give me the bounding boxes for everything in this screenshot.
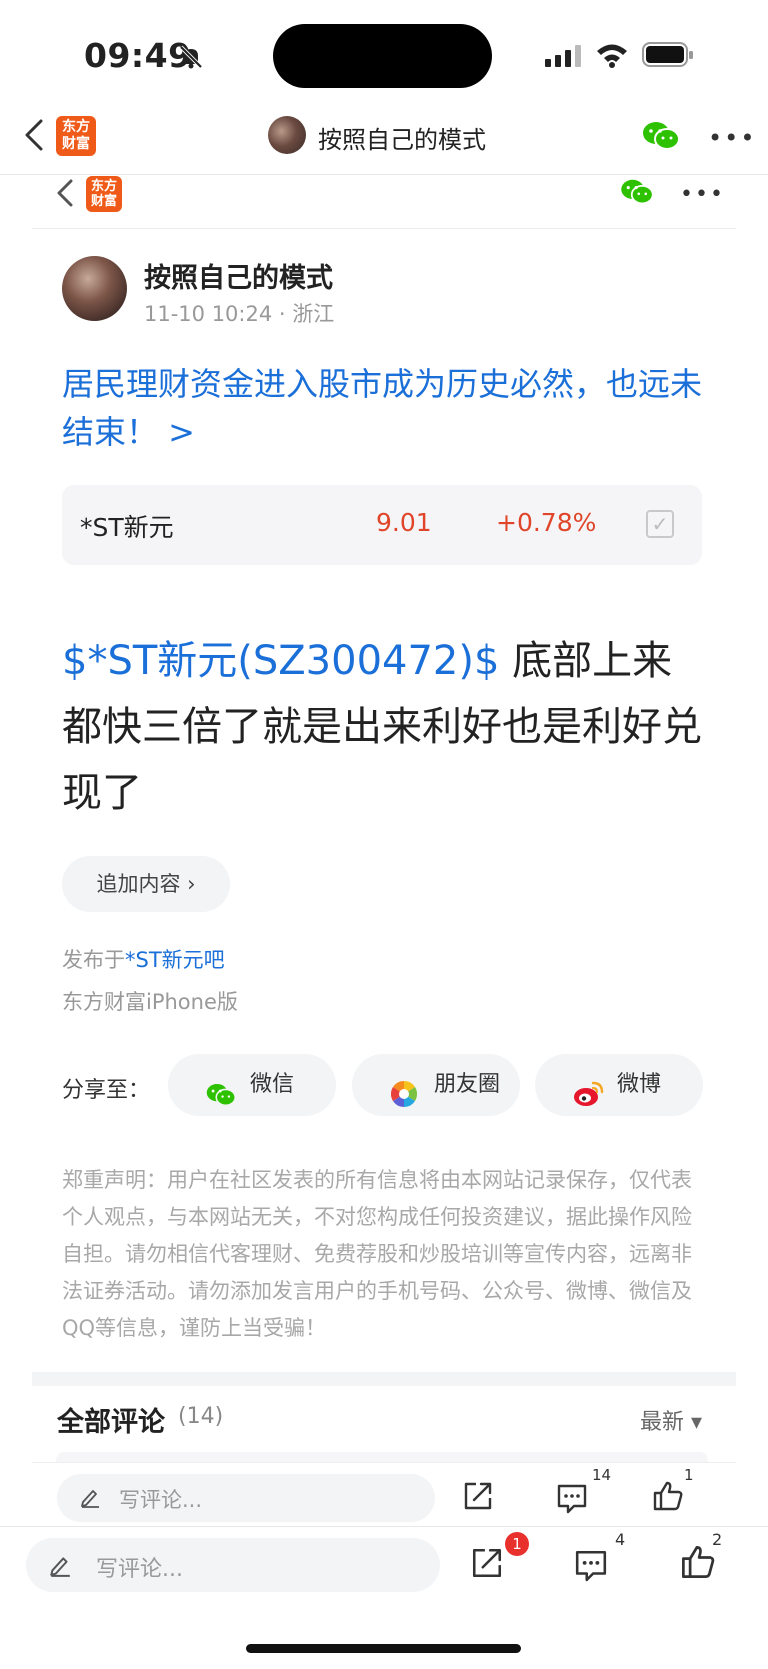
published-in: 发布于*ST新元吧 bbox=[62, 944, 225, 974]
comment-input-placeholder-outer: 写评论... bbox=[96, 1557, 183, 1582]
watchlist-check-icon[interactable]: ✓ bbox=[646, 510, 674, 538]
disclaimer: 郑重声明：用户在社区发表的所有信息将由本网站记录保存，仅代表个人观点，与本网站无… bbox=[62, 1168, 692, 1340]
more-options-icon-secondary[interactable]: ••• bbox=[680, 184, 725, 206]
moments-icon bbox=[390, 1071, 418, 1133]
like-count-outer: 2 bbox=[712, 1530, 723, 1549]
author-name[interactable]: 按照自己的模式 bbox=[144, 256, 333, 295]
comment-input-outer[interactable]: 写评论... bbox=[26, 1538, 440, 1592]
share-icon[interactable] bbox=[462, 1480, 494, 1516]
nav-divider bbox=[0, 174, 768, 175]
comments-count: (14) bbox=[178, 1404, 224, 1429]
post-meta: 11-10 10:24 · 浙江 bbox=[144, 302, 335, 326]
comments-title: 全部评论 bbox=[57, 1407, 165, 1438]
comment-count: 14 bbox=[592, 1466, 612, 1484]
wechat-icon-secondary[interactable] bbox=[620, 178, 654, 210]
weibo-icon bbox=[573, 1071, 605, 1133]
comment-count-outer: 4 bbox=[615, 1530, 626, 1549]
dynamic-island bbox=[273, 24, 492, 88]
stock-price: 9.01 bbox=[376, 508, 432, 537]
wechat-icon bbox=[206, 1071, 236, 1133]
wechat-icon[interactable] bbox=[642, 120, 680, 156]
battery-icon bbox=[642, 42, 694, 72]
share-moments-button[interactable]: 朋友圈 bbox=[352, 1054, 520, 1116]
stock-tag-link[interactable]: $*ST新元(SZ300472)$ bbox=[62, 638, 499, 684]
stock-name: *ST新元 bbox=[80, 513, 174, 542]
comment-icon-outer[interactable] bbox=[574, 1548, 608, 1586]
cellular-signal-icon bbox=[545, 44, 585, 72]
status-time: 09:49 bbox=[84, 36, 192, 75]
share-icon-outer[interactable] bbox=[470, 1546, 504, 1584]
share-badge: 1 bbox=[505, 1532, 529, 1556]
eastmoney-logo-secondary[interactable]: 东方 财富 bbox=[86, 176, 122, 212]
sort-dropdown[interactable]: 最新 ▾ bbox=[640, 1404, 702, 1436]
eastmoney-logo[interactable]: 东方 财富 bbox=[56, 116, 96, 156]
stock-change: +0.78% bbox=[496, 508, 597, 537]
wifi-icon bbox=[595, 42, 629, 72]
home-indicator[interactable] bbox=[246, 1644, 521, 1653]
more-options-icon[interactable]: ••• bbox=[708, 126, 756, 150]
published-prefix: 发布于 bbox=[62, 948, 125, 972]
share-moments-label: 朋友圈 bbox=[434, 1072, 501, 1097]
thumbs-up-icon-outer[interactable] bbox=[680, 1544, 716, 1584]
comment-input[interactable]: 写评论... bbox=[57, 1474, 435, 1522]
post-body: $*ST新元(SZ300472)$ 底部上来都快三倍了就是出来利好也是利好兑现了 bbox=[62, 628, 712, 826]
author-avatar[interactable] bbox=[62, 256, 127, 321]
post-title-link[interactable]: 居民理财资金进入股市成为历史必然，也远未结束！ > bbox=[62, 360, 712, 456]
nav-divider-secondary bbox=[32, 228, 736, 229]
nav-title: 按照自己的模式 bbox=[318, 126, 486, 154]
section-separator bbox=[32, 1372, 736, 1386]
bell-muted-icon bbox=[178, 44, 204, 74]
share-label: 分享至： bbox=[62, 1078, 151, 1103]
pencil-icon bbox=[48, 1553, 72, 1581]
append-content-button[interactable]: 追加内容 › bbox=[62, 856, 230, 912]
bottom-divider bbox=[0, 1526, 768, 1527]
stock-bar-link[interactable]: *ST新元吧 bbox=[125, 948, 225, 972]
thumbs-up-icon[interactable] bbox=[652, 1480, 684, 1516]
like-count: 1 bbox=[684, 1466, 694, 1484]
pencil-icon bbox=[79, 1486, 101, 1512]
nav-avatar[interactable] bbox=[268, 116, 306, 154]
back-chevron-icon[interactable] bbox=[24, 118, 44, 156]
share-weibo-label: 微博 bbox=[617, 1072, 662, 1097]
back-chevron-icon-secondary[interactable] bbox=[56, 178, 74, 212]
client-source: 东方财富iPhone版 bbox=[62, 990, 238, 1014]
comment-input-placeholder: 写评论... bbox=[119, 1488, 203, 1512]
comment-icon[interactable] bbox=[556, 1482, 588, 1518]
share-wechat-label: 微信 bbox=[250, 1072, 295, 1097]
share-wechat-button[interactable]: 微信 bbox=[168, 1054, 336, 1116]
share-weibo-button[interactable]: 微博 bbox=[535, 1054, 703, 1116]
